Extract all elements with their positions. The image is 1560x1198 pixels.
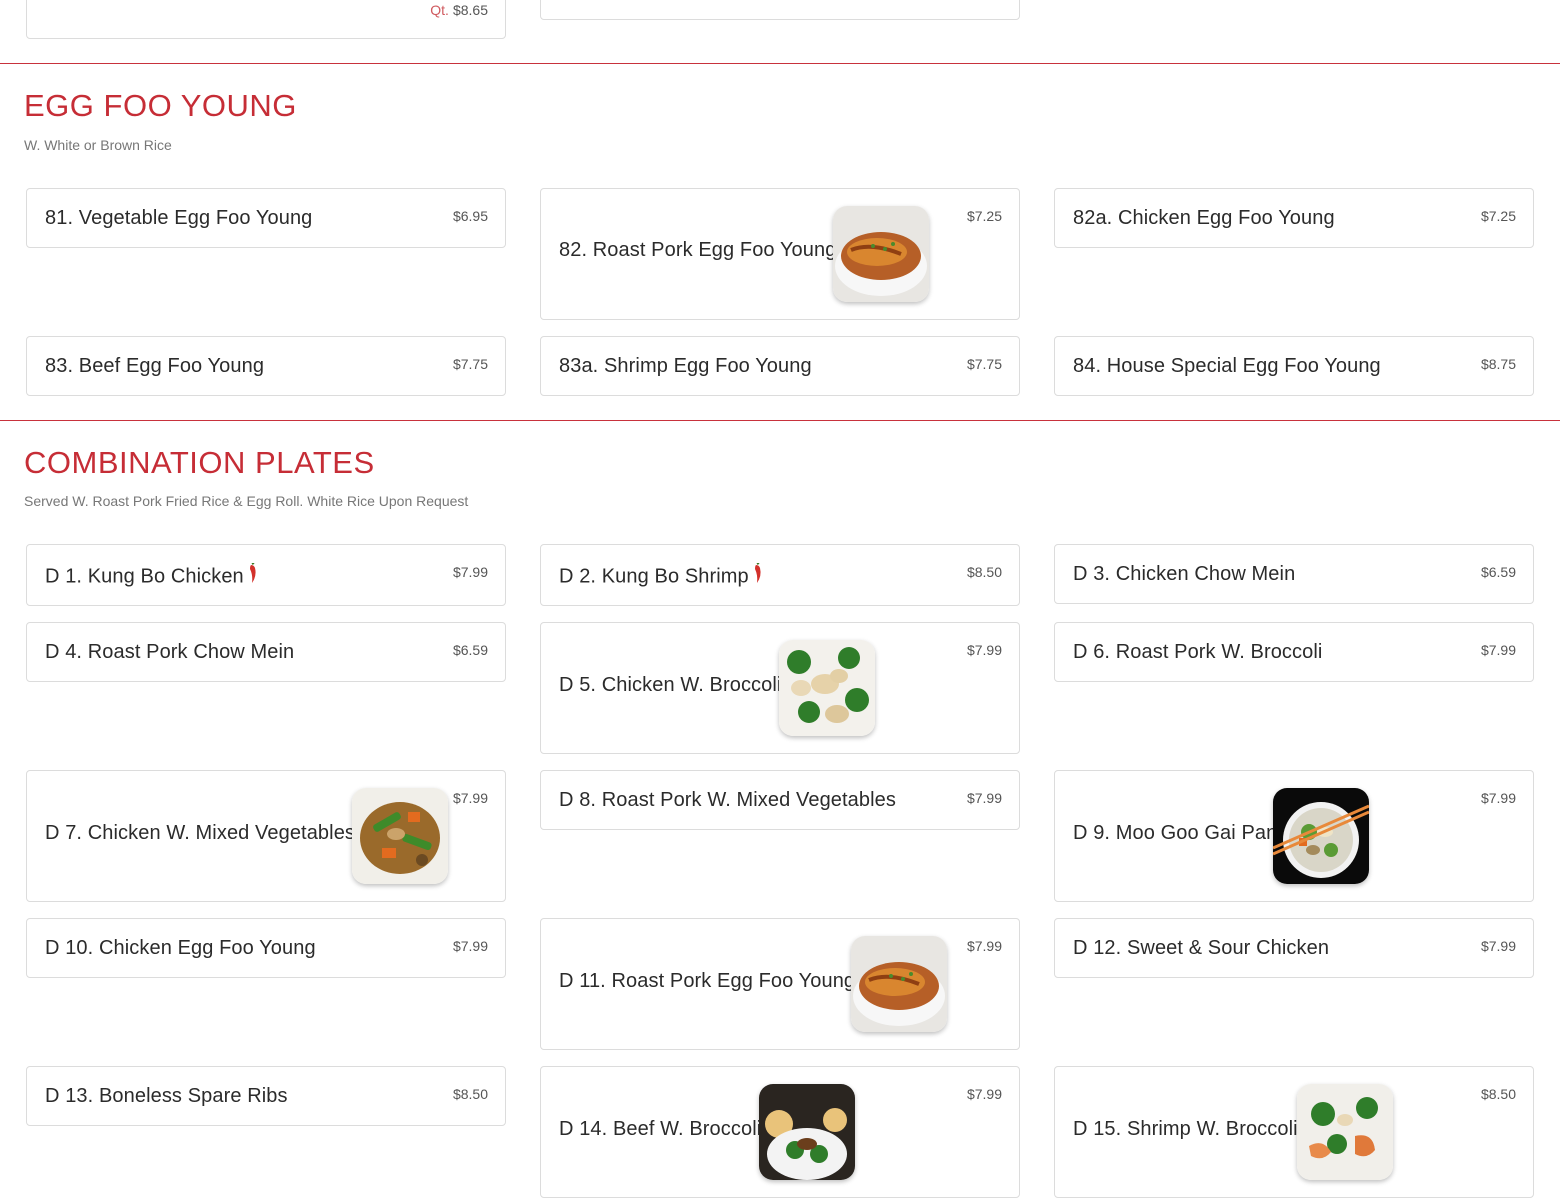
item-price: $8.50: [452, 1086, 488, 1102]
item-price: $7.75: [966, 356, 1002, 372]
item-name: D 2. Kung Bo Shrimp: [559, 562, 763, 591]
item-name: D 7. Chicken W. Mixed Vegetables: [45, 822, 356, 844]
section-title: EGG FOO YOUNG: [24, 88, 297, 123]
menu-item-card[interactable]: D 10. Chicken Egg Foo Young $7.99: [26, 918, 506, 978]
mixed-vegetables-photo[interactable]: [352, 788, 448, 884]
section-divider: [0, 63, 1560, 64]
item-name: 81. Vegetable Egg Foo Young: [45, 207, 313, 229]
item-name: 84. House Special Egg Foo Young: [1073, 355, 1381, 377]
menu-item-card[interactable]: 82a. Chicken Egg Foo Young $7.25: [1054, 188, 1534, 248]
menu-item-card[interactable]: D 9. Moo Goo Gai Pan $7.99: [1054, 770, 1534, 902]
item-price: $8.50: [1480, 1086, 1516, 1102]
item-name: D 4. Roast Pork Chow Mein: [45, 641, 295, 663]
item-price: $7.99: [966, 790, 1002, 806]
chicken-broccoli-photo[interactable]: [779, 640, 875, 736]
chili-pepper-icon: [753, 562, 763, 591]
shrimp-broccoli-photo[interactable]: [1297, 1084, 1393, 1180]
item-price: $7.99: [452, 564, 488, 580]
moo-goo-gai-pan-photo[interactable]: [1273, 788, 1369, 884]
item-name: D 1. Kung Bo Chicken: [45, 562, 258, 591]
item-name-text: D 2. Kung Bo Shrimp: [559, 565, 749, 588]
menu-item-card[interactable]: D 11. Roast Pork Egg Foo Young $7.99: [540, 918, 1020, 1050]
beef-broccoli-photo[interactable]: [759, 1084, 855, 1180]
item-name-text: D 1. Kung Bo Chicken: [45, 565, 244, 588]
item-name: D 14. Beef W. Broccoli: [559, 1118, 762, 1140]
menu-item-card[interactable]: D 12. Sweet & Sour Chicken $7.99: [1054, 918, 1534, 978]
item-price: $7.99: [452, 938, 488, 954]
item-price: $7.99: [966, 938, 1002, 954]
section-subtitle: W. White or Brown Rice: [24, 137, 172, 153]
item-name: 83a. Shrimp Egg Foo Young: [559, 355, 812, 377]
menu-item-card[interactable]: D 15. Shrimp W. Broccoli $8.50: [1054, 1066, 1534, 1198]
menu-item-card[interactable]: D 4. Roast Pork Chow Mein $6.59: [26, 622, 506, 682]
item-price: $7.75: [452, 356, 488, 372]
item-name: 82. Roast Pork Egg Foo Young: [559, 239, 837, 261]
item-price: $6.59: [452, 642, 488, 658]
item-price: $7.99: [1480, 790, 1516, 806]
menu-item-card[interactable]: D 2. Kung Bo Shrimp $8.50: [540, 544, 1020, 606]
item-price: $8.50: [966, 564, 1002, 580]
item-name: D 13. Boneless Spare Ribs: [45, 1085, 288, 1107]
item-price: $6.95: [452, 208, 488, 224]
quart-price: $8.65: [452, 2, 488, 18]
item-name: D 12. Sweet & Sour Chicken: [1073, 937, 1330, 959]
menu-item-card[interactable]: [540, 0, 1020, 20]
section-subtitle: Served W. Roast Pork Fried Rice & Egg Ro…: [24, 493, 469, 509]
item-name: D 8. Roast Pork W. Mixed Vegetables: [559, 789, 896, 811]
menu-item-card[interactable]: 83. Beef Egg Foo Young $7.75: [26, 336, 506, 396]
item-price: $7.99: [966, 642, 1002, 658]
section-title: COMBINATION PLATES: [24, 445, 375, 480]
menu-item-card[interactable]: D 13. Boneless Spare Ribs $8.50: [26, 1066, 506, 1126]
item-price: $7.99: [452, 790, 488, 806]
section-divider: [0, 420, 1560, 421]
egg-foo-young-photo[interactable]: [851, 936, 947, 1032]
item-name: D 15. Shrimp W. Broccoli: [1073, 1118, 1298, 1140]
item-name: D 10. Chicken Egg Foo Young: [45, 937, 316, 959]
item-name: D 11. Roast Pork Egg Foo Young: [559, 970, 856, 992]
menu-item-card[interactable]: D 1. Kung Bo Chicken $7.99: [26, 544, 506, 606]
menu-item-card[interactable]: Qt. $8.65: [26, 0, 506, 39]
menu-item-card[interactable]: D 7. Chicken W. Mixed Vegetables $7.99: [26, 770, 506, 902]
item-name: 83. Beef Egg Foo Young: [45, 355, 265, 377]
item-price: $8.75: [1480, 356, 1516, 372]
egg-foo-young-photo[interactable]: [833, 206, 929, 302]
item-name: 82a. Chicken Egg Foo Young: [1073, 207, 1335, 229]
menu-item-card[interactable]: 83a. Shrimp Egg Foo Young $7.75: [540, 336, 1020, 396]
menu-item-card[interactable]: D 5. Chicken W. Broccoli $7.99: [540, 622, 1020, 754]
item-price: $7.99: [1480, 642, 1516, 658]
menu-item-card[interactable]: D 6. Roast Pork W. Broccoli $7.99: [1054, 622, 1534, 682]
item-name: D 3. Chicken Chow Mein: [1073, 563, 1296, 585]
item-price: $7.25: [1480, 208, 1516, 224]
item-price: $6.59: [1480, 564, 1516, 580]
chili-pepper-icon: [248, 562, 258, 591]
item-price: Qt. $8.65: [430, 2, 488, 18]
menu-item-card[interactable]: D 3. Chicken Chow Mein $6.59: [1054, 544, 1534, 604]
menu-item-card[interactable]: 84. House Special Egg Foo Young $8.75: [1054, 336, 1534, 396]
menu-item-card[interactable]: D 8. Roast Pork W. Mixed Vegetables $7.9…: [540, 770, 1020, 830]
item-price: $7.25: [966, 208, 1002, 224]
item-name: D 5. Chicken W. Broccoli: [559, 674, 782, 696]
quart-label: Qt.: [430, 2, 449, 18]
item-name: D 9. Moo Goo Gai Pan: [1073, 822, 1278, 844]
item-price: $7.99: [1480, 938, 1516, 954]
item-price: $7.99: [966, 1086, 1002, 1102]
menu-item-card[interactable]: D 14. Beef W. Broccoli $7.99: [540, 1066, 1020, 1198]
menu-item-card[interactable]: 81. Vegetable Egg Foo Young $6.95: [26, 188, 506, 248]
menu-item-card[interactable]: 82. Roast Pork Egg Foo Young $7.25: [540, 188, 1020, 320]
item-name: D 6. Roast Pork W. Broccoli: [1073, 641, 1323, 663]
